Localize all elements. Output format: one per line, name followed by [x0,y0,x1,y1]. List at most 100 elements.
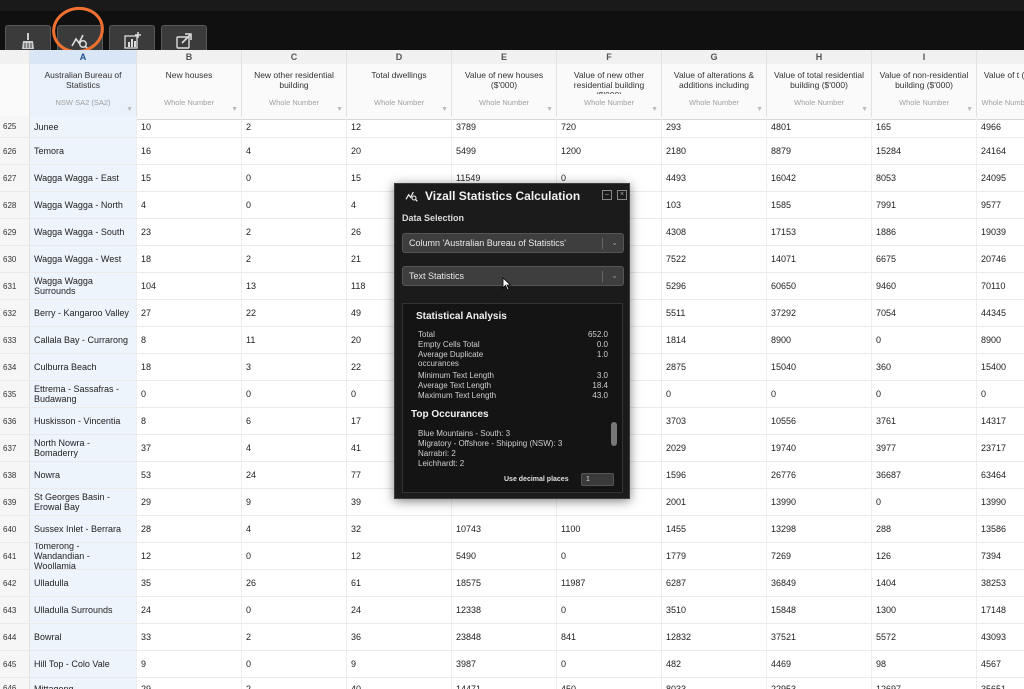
table-cell[interactable]: 5511 [662,300,767,326]
table-cell[interactable]: 8 [137,408,242,434]
table-cell[interactable]: 9 [137,651,242,677]
column-header[interactable]: Value of total residential building ($'0… [767,64,872,120]
table-cell[interactable]: 165 [872,116,977,137]
table-cell[interactable]: 0 [557,651,662,677]
table-row[interactable]: 625 Junee 10 2 12 3789 720 293 4801 165 4966 [0,116,1024,138]
table-cell[interactable]: 5499 [452,138,557,164]
row-number[interactable]: 626 [0,138,30,164]
table-cell[interactable]: 37 [137,435,242,461]
table-cell[interactable]: Wagga Wagga - East [30,165,137,191]
table-cell[interactable]: 7054 [872,300,977,326]
table-cell[interactable]: 32 [347,516,452,542]
filter-dropdown-icon[interactable]: ▼ [966,106,973,113]
table-cell[interactable]: Bowral [30,624,137,650]
table-cell[interactable]: 24095 [977,165,1024,191]
table-cell[interactable]: 13 [242,273,347,299]
table-cell[interactable]: 27 [137,300,242,326]
table-cell[interactable]: Berry - Kangaroo Valley [30,300,137,326]
filter-dropdown-icon[interactable]: ▼ [651,106,658,113]
filter-dropdown-icon[interactable]: ▼ [861,106,868,113]
table-cell[interactable]: 63464 [977,462,1024,488]
table-row[interactable]: 644 Bowral 33 2 36 23848 841 12832 37521 5572 4309… [0,624,1024,651]
table-cell[interactable]: 1300 [872,597,977,623]
table-cell[interactable]: 8879 [767,138,872,164]
column-letter[interactable]: B [137,50,242,64]
table-cell[interactable]: 3 [242,354,347,380]
table-cell[interactable]: 6 [242,408,347,434]
table-cell[interactable]: 0 [977,381,1024,407]
table-row[interactable]: 640 Sussex Inlet - Berrara 28 4 32 10743 1100 1… [0,516,1024,543]
column-letter[interactable]: E [452,50,557,64]
decimal-places-input[interactable]: 1 [581,473,614,486]
table-cell[interactable]: 5572 [872,624,977,650]
table-cell[interactable]: 13990 [977,489,1024,515]
table-row[interactable]: 645 Hill Top - Colo Vale 9 0 9 3987 0 482 4469 98… [0,651,1024,678]
table-cell[interactable]: 8 [137,327,242,353]
column-letter[interactable]: G [662,50,767,64]
table-cell[interactable]: 7991 [872,192,977,218]
row-number[interactable]: 646 [0,678,30,689]
table-cell[interactable]: 16 [137,138,242,164]
table-cell[interactable]: 37292 [767,300,872,326]
row-number[interactable]: 636 [0,408,30,434]
table-cell[interactable]: 720 [557,116,662,137]
column-letter[interactable]: H [767,50,872,64]
table-cell[interactable]: Sussex Inlet - Berrara [30,516,137,542]
table-cell[interactable]: 12338 [452,597,557,623]
table-cell[interactable]: 29 [137,678,242,689]
table-cell[interactable]: 104 [137,273,242,299]
table-cell[interactable]: 293 [662,116,767,137]
row-number[interactable]: 633 [0,327,30,353]
table-cell[interactable]: 17153 [767,219,872,245]
table-cell[interactable]: 33 [137,624,242,650]
column-header[interactable]: Value of alterations & additions includi… [662,64,767,120]
table-cell[interactable]: 841 [557,624,662,650]
table-cell[interactable]: 103 [662,192,767,218]
filter-dropdown-icon[interactable]: ▼ [441,106,448,113]
table-cell[interactable]: 4308 [662,219,767,245]
table-cell[interactable]: 2 [242,116,347,137]
table-cell[interactable]: 2 [242,624,347,650]
table-cell[interactable]: 3703 [662,408,767,434]
table-cell[interactable]: 5490 [452,543,557,569]
table-cell[interactable]: 4 [242,138,347,164]
table-cell[interactable]: 15040 [767,354,872,380]
table-cell[interactable]: 2180 [662,138,767,164]
table-cell[interactable]: 44345 [977,300,1024,326]
table-cell[interactable]: 9460 [872,273,977,299]
table-cell[interactable]: 19740 [767,435,872,461]
column-letter[interactable]: F [557,50,662,64]
row-number[interactable]: 639 [0,489,30,515]
row-number[interactable]: 631 [0,273,30,299]
table-cell[interactable]: 0 [242,192,347,218]
column-header[interactable]: Value of t ($Whole Number▼ [977,64,1024,120]
close-button[interactable]: × [617,190,627,200]
table-cell[interactable]: 288 [872,516,977,542]
table-cell[interactable]: 0 [242,165,347,191]
row-number[interactable]: 630 [0,246,30,272]
table-cell[interactable]: 53 [137,462,242,488]
table-cell[interactable]: 6287 [662,570,767,596]
table-cell[interactable]: 43093 [977,624,1024,650]
table-cell[interactable]: 40 [347,678,452,689]
table-cell[interactable]: 0 [557,597,662,623]
table-cell[interactable]: 0 [557,543,662,569]
table-row[interactable]: 642 Ulladulla 35 26 61 18575 11987 6287 36849 140… [0,570,1024,597]
table-cell[interactable]: 0 [767,381,872,407]
table-cell[interactable]: 26776 [767,462,872,488]
table-cell[interactable]: Callala Bay - Currarong [30,327,137,353]
table-cell[interactable]: 11 [242,327,347,353]
row-number[interactable]: 635 [0,381,30,407]
table-cell[interactable]: 36687 [872,462,977,488]
table-cell[interactable]: 35651 [977,678,1024,689]
column-header[interactable]: Value of new other residential building … [557,64,662,120]
table-cell[interactable]: 7269 [767,543,872,569]
table-cell[interactable]: Hill Top - Colo Vale [30,651,137,677]
table-cell[interactable]: 14317 [977,408,1024,434]
table-cell[interactable]: 12832 [662,624,767,650]
table-cell[interactable]: 2 [242,246,347,272]
table-cell[interactable]: 4493 [662,165,767,191]
table-cell[interactable]: 20746 [977,246,1024,272]
table-cell[interactable]: 18 [137,354,242,380]
row-number[interactable]: 629 [0,219,30,245]
